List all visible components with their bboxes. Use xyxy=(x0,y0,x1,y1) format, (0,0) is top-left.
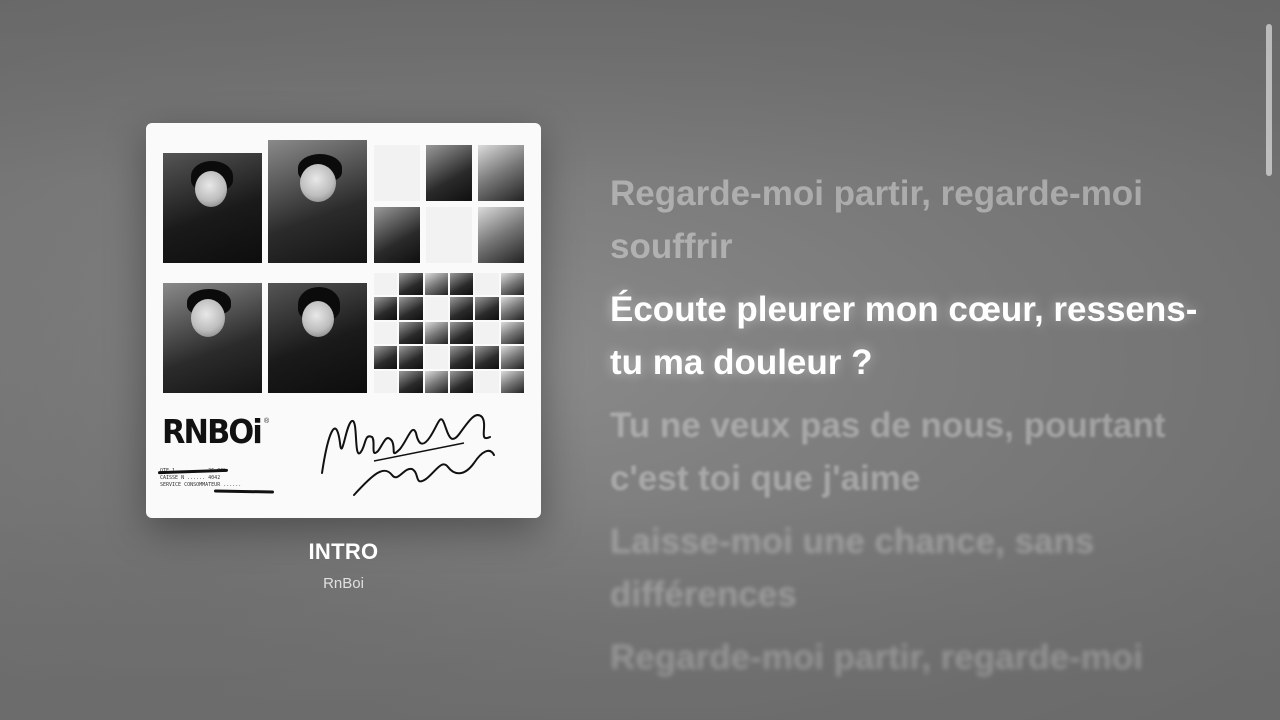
album-artwork: RNBOi ® QTE 1 ......... 26.00% CAISSE N … xyxy=(146,123,541,518)
art-contact-sheet xyxy=(374,273,524,393)
lyric-line[interactable]: Regarde-moi partir, regarde-moi souffrir xyxy=(610,631,1210,691)
art-photo-4 xyxy=(268,283,367,393)
art-photo-grid-small xyxy=(374,145,524,263)
scrollbar-thumb[interactable] xyxy=(1266,24,1272,176)
lyrics-panel: Regarde-moi partir, regarde-moi souffrir… xyxy=(610,167,1210,701)
art-photo-3 xyxy=(163,283,262,393)
art-photo-1 xyxy=(163,153,262,263)
registered-mark: ® xyxy=(264,418,270,425)
track-artist[interactable]: RnBoi xyxy=(146,575,541,592)
lyric-line[interactable]: Laisse-moi une chance, sans différences xyxy=(610,515,1210,621)
art-photo-2 xyxy=(268,140,367,263)
script-signature xyxy=(321,414,495,496)
redaction-mark xyxy=(213,489,275,494)
artist-logo: RNBOi xyxy=(162,412,263,451)
lyrics-scrollbar[interactable] xyxy=(1266,0,1272,720)
lyric-line[interactable]: Regarde-moi partir, regarde-moi souffrir xyxy=(610,167,1210,273)
track-title[interactable]: INTRO xyxy=(146,539,541,565)
lyric-line[interactable]: Tu ne veux pas de nous, pourtant c'est t… xyxy=(610,399,1210,505)
lyric-line-current[interactable]: Écoute pleurer mon cœur, ressens-tu ma d… xyxy=(610,283,1210,389)
